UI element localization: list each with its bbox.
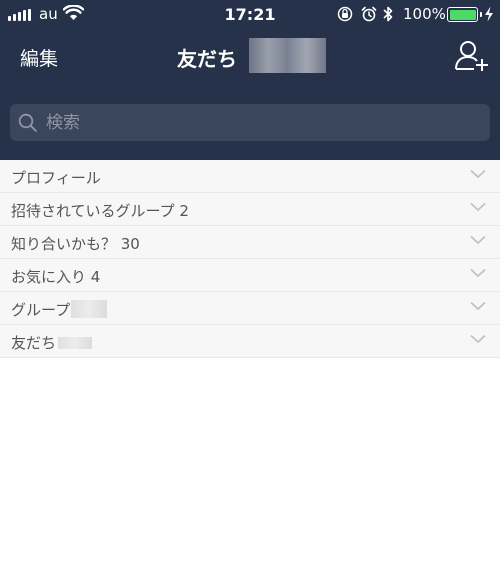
battery-icon [447,7,482,22]
chevron-down-icon [470,169,486,179]
obscured-count [249,38,326,73]
edit-button[interactable]: 編集 [20,44,58,71]
section-label: 招待されているグループ 2 [11,202,189,220]
section-label: お気に入り 4 [11,268,101,286]
section-label: 友だち [11,334,57,352]
search-icon [18,113,37,132]
page-title: 友だち [177,47,237,71]
battery-percent: 100% [403,5,446,23]
add-friend-icon[interactable] [455,40,489,72]
section-label: グループ [11,301,71,319]
section-row-suggestions[interactable]: 知り合いかも？ 30 [0,226,500,259]
section-row-invited-groups[interactable]: 招待されているグループ 2 [0,193,500,226]
section-row-friends[interactable]: 友だち [0,325,500,358]
search-input[interactable] [46,104,476,141]
status-bar: au 17:21 100% [0,0,500,28]
charging-icon [485,6,493,22]
chevron-down-icon [470,202,486,212]
obscured-count [58,337,93,349]
chevron-down-icon [470,268,486,278]
alarm-icon [361,6,377,22]
chevron-down-icon [470,334,486,344]
bluetooth-icon [383,6,393,22]
friends-section-list: プロフィール 招待されているグループ 2 知り合いかも？ 30 お気に入り 4 … [0,160,500,358]
section-row-favorites[interactable]: お気に入り 4 [0,259,500,292]
battery-fill [449,9,476,20]
orientation-lock-icon [337,6,353,22]
section-label: プロフィール [11,169,101,187]
obscured-count [71,300,108,318]
section-row-profile[interactable]: プロフィール [0,160,500,193]
section-label-wrap: 友だち [11,332,93,353]
chevron-down-icon [470,235,486,245]
search-bar[interactable] [10,104,490,141]
section-label-wrap: グループ [11,299,108,320]
section-row-groups[interactable]: グループ [0,292,500,325]
chevron-down-icon [470,301,486,311]
section-label: 知り合いかも？ 30 [11,235,140,253]
